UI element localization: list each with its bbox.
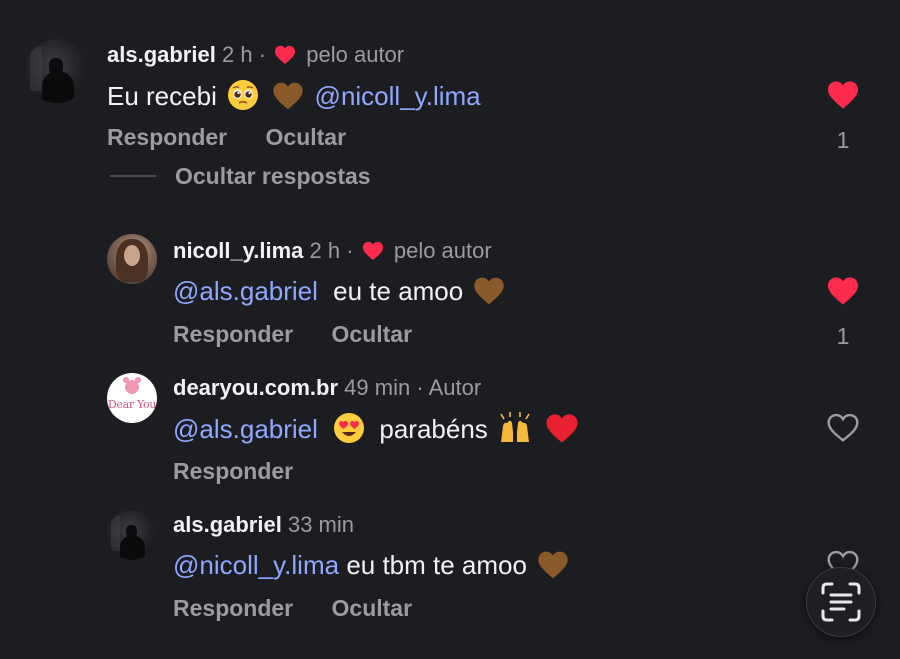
comment-time: 2 h (221, 42, 253, 67)
separator-dot: · (258, 42, 267, 67)
separator-dot: · (346, 238, 354, 263)
reply-button[interactable]: Responder (173, 458, 293, 484)
username[interactable]: nicoll_y.lima (173, 238, 303, 263)
avatar[interactable] (107, 510, 157, 560)
author-badge: Autor (428, 375, 482, 400)
comment-text: @als.gabriel eu te amoo (173, 275, 508, 307)
comment-meta: als.gabriel 33 min (173, 512, 354, 538)
author-badge: pelo autor (393, 238, 492, 263)
comment-text-content: eu tbm te amoo (346, 550, 527, 580)
comment-text: @nicoll_y.lima eu tbm te amoo (173, 549, 572, 581)
avatar[interactable] (25, 39, 89, 103)
author-liked-heart-icon (275, 45, 296, 65)
comment-time: 33 min (287, 512, 355, 537)
hide-button[interactable]: Ocultar (266, 124, 347, 150)
avatar-logo-text: Dear You (107, 398, 157, 411)
like-count: 1 (836, 323, 850, 349)
comment-text-content: parabéns (379, 414, 488, 444)
raising-hands-emoji-icon (500, 412, 530, 442)
mention-link[interactable]: @nicoll_y.lima (173, 550, 339, 580)
author-liked-heart-icon (362, 241, 383, 261)
like-heart-outline-icon[interactable] (826, 413, 860, 443)
pleading-face-emoji-icon (228, 80, 259, 110)
comment-text: @als.gabriel parabéns (173, 412, 582, 445)
mention-link[interactable]: @als.gabriel (173, 276, 318, 306)
username[interactable]: dearyou.com.br (173, 375, 338, 400)
comment-time: 2 h (309, 238, 341, 263)
avatar[interactable]: Dear You (107, 373, 157, 423)
like-count: 1 (836, 127, 850, 153)
hide-replies-button[interactable]: Ocultar respostas (175, 163, 371, 190)
reply-button[interactable]: Responder (107, 124, 227, 150)
comment-actions: Responder Ocultar (173, 321, 444, 348)
hide-button[interactable]: Ocultar (332, 595, 413, 621)
text-scan-button[interactable] (806, 567, 876, 637)
separator-dot: · (416, 375, 424, 400)
comment-actions: Responder Ocultar (107, 124, 378, 151)
brown-heart-emoji-icon (474, 277, 505, 305)
brown-heart-emoji-icon (273, 82, 303, 110)
comment-meta: dearyou.com.br 49 min · Autor (173, 375, 481, 401)
author-badge: pelo autor (306, 42, 405, 67)
brown-heart-emoji-icon (538, 551, 568, 579)
reply-button[interactable]: Responder (173, 595, 293, 621)
comment-meta: als.gabriel 2 h · pelo autor (107, 42, 404, 68)
heart-eyes-face-emoji-icon (334, 413, 365, 443)
mention-link[interactable]: @nicoll_y.lima (315, 81, 481, 111)
username[interactable]: als.gabriel (107, 42, 216, 67)
username[interactable]: als.gabriel (173, 512, 282, 537)
avatar[interactable] (107, 234, 157, 284)
comment-actions: Responder Ocultar (173, 595, 444, 622)
comment-text-content: eu te amoo (333, 276, 464, 306)
comment-text-content: Eu recebi (107, 81, 217, 111)
text-scan-icon (821, 582, 861, 622)
like-heart-icon[interactable] (826, 276, 860, 306)
replies-divider (110, 175, 156, 177)
hide-button[interactable]: Ocultar (332, 321, 413, 347)
reply-button[interactable]: Responder (173, 321, 293, 347)
comment-time: 49 min (344, 375, 411, 400)
comment-meta: nicoll_y.lima 2 h · pelo autor (173, 238, 492, 264)
mention-link[interactable]: @als.gabriel (173, 414, 318, 444)
like-heart-icon[interactable] (826, 80, 860, 110)
red-heart-emoji-icon (546, 414, 578, 443)
comment-text: Eu recebi @nicoll_y.lima (107, 79, 481, 112)
comment-actions: Responder (173, 458, 325, 485)
